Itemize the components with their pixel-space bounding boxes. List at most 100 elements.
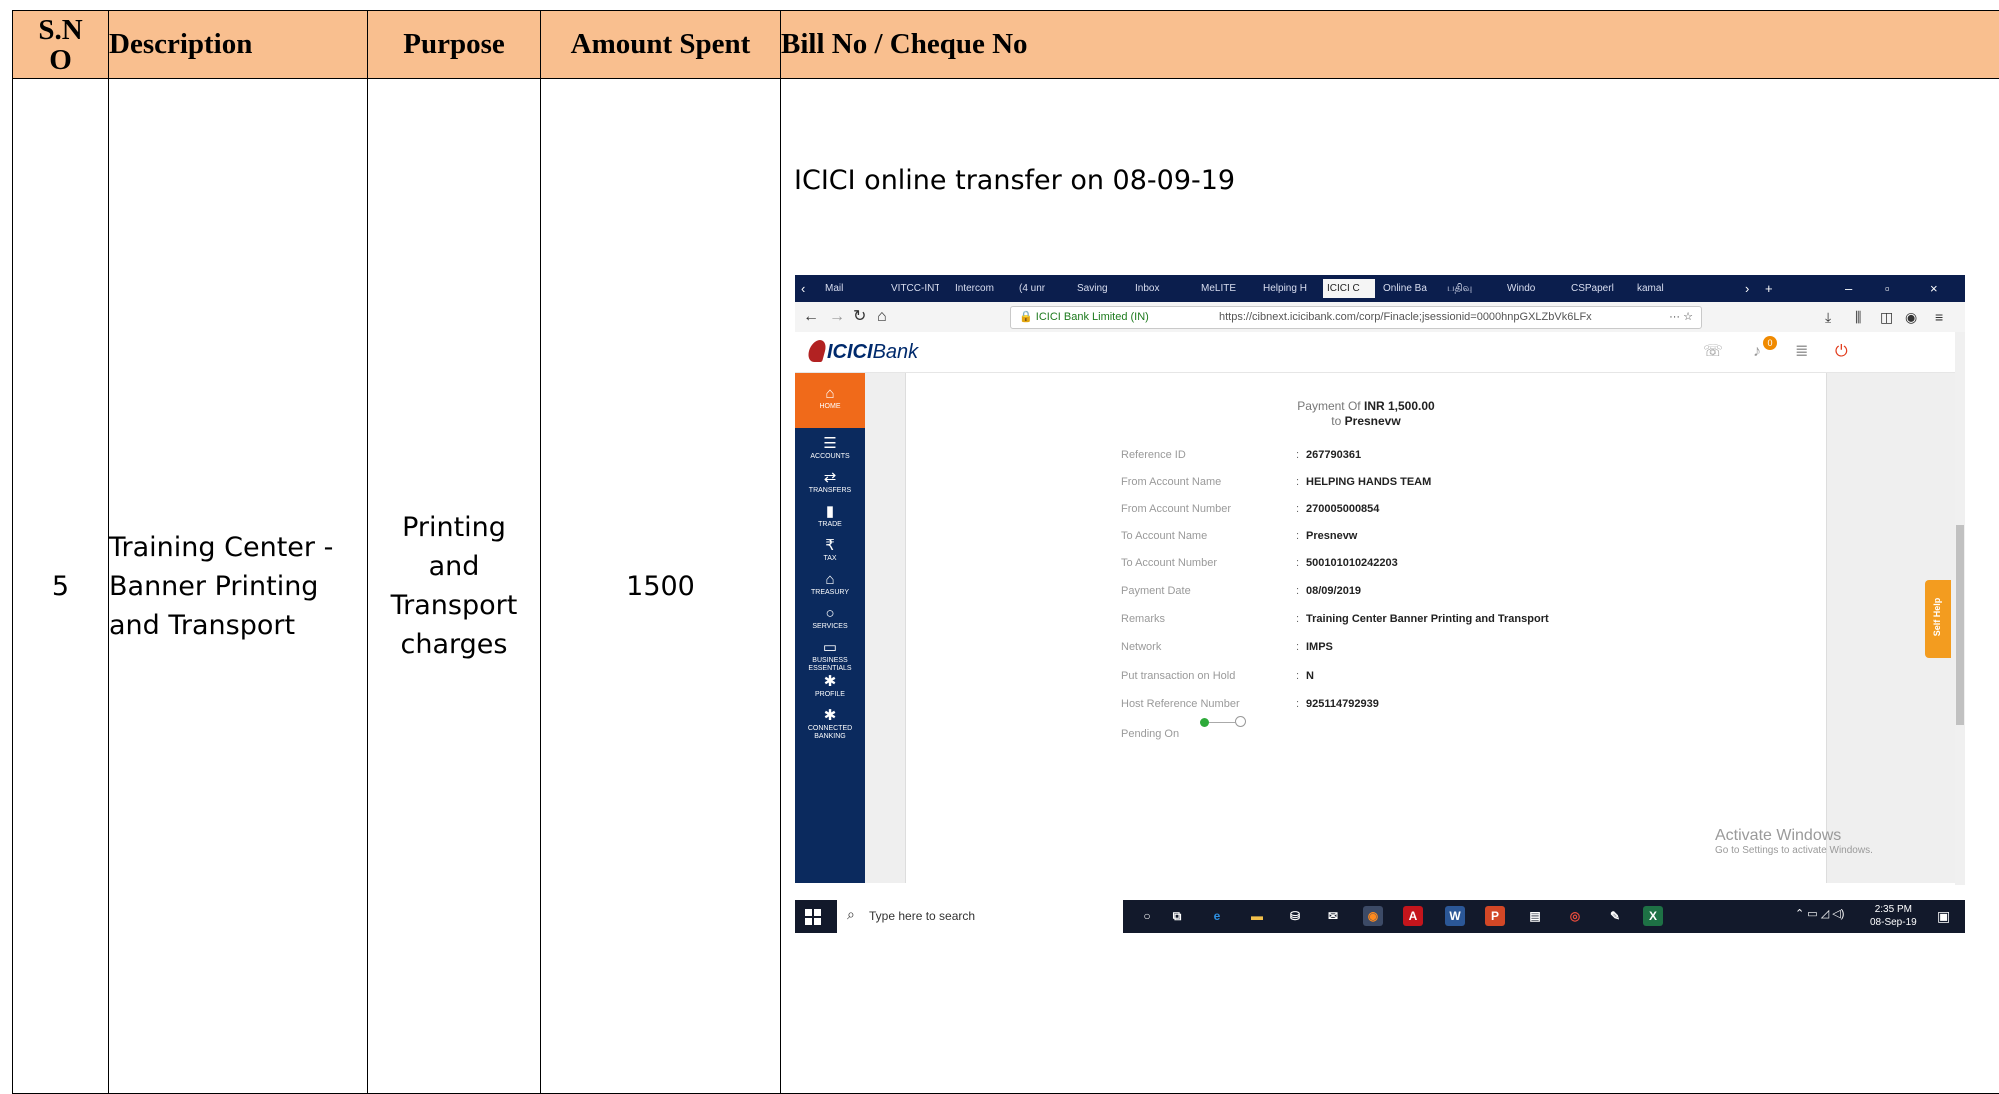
sidebar-item-services[interactable]: ○ SERVICES: [795, 605, 865, 631]
cell-description: Training Center - Banner Printing and Tran…: [108, 78, 368, 1094]
browser-tab[interactable]: Inbox: [1135, 279, 1181, 298]
chrome-icon[interactable]: ◎: [1565, 906, 1585, 926]
self-help-button[interactable]: Self Help: [1925, 580, 1951, 658]
header-sno: S.N O: [12, 10, 109, 79]
back-icon[interactable]: ←: [803, 307, 819, 327]
bank-screenshot: ‹ Mail VITCC-INT Intercom (4 unr Saving …: [795, 275, 1965, 933]
sidebar-item-accounts[interactable]: ☰ ACCOUNTS: [795, 435, 865, 461]
reload-icon[interactable]: ↻: [853, 307, 866, 327]
browser-tab[interactable]: Online Ba: [1383, 279, 1433, 298]
bell-icon[interactable]: ♪: [1753, 342, 1761, 362]
taskbar-clock[interactable]: 2:35 PM 08-Sep-19: [1870, 903, 1917, 929]
forward-icon[interactable]: →: [829, 307, 845, 327]
browser-tab[interactable]: Windo: [1507, 279, 1553, 298]
header-row: S.N O Description Purpose Amount Spent Bi…: [12, 10, 1999, 79]
acrobat-icon[interactable]: A: [1403, 906, 1423, 926]
excel-icon[interactable]: X: [1643, 906, 1663, 926]
browser-tab[interactable]: பதிவு: [1447, 279, 1491, 298]
system-tray[interactable]: ⌃ ▭ ◿ ◁): [1795, 907, 1844, 920]
list-icon[interactable]: ≣: [1795, 342, 1808, 362]
paint-icon[interactable]: ✎: [1605, 906, 1625, 926]
payment-to-line: to Presnevw: [1331, 414, 1401, 428]
taskbar-search[interactable]: ⌕ Type here to search: [837, 900, 1123, 933]
sidebar-toggle-icon[interactable]: ◫: [1880, 308, 1893, 326]
app-content: Payment Of INR 1,500.00 to Presnevw Refe…: [865, 373, 1960, 883]
transfers-icon: ⇄: [823, 469, 837, 486]
search-icon: ⌕: [847, 906, 855, 922]
tab-scroll-left-icon[interactable]: ‹: [801, 279, 805, 298]
cell-purpose: Printing and Transport charges: [367, 78, 541, 1094]
home-icon: ⌂: [825, 385, 835, 402]
url-text: https://cibnext.icicibank.com/corp/Finac…: [1219, 311, 1592, 323]
connected-banking-icon: ✱: [823, 707, 837, 724]
tab-scroll-right-icon[interactable]: ›: [1745, 279, 1749, 298]
word-icon[interactable]: W: [1445, 906, 1465, 926]
download-icon[interactable]: ⤓: [1825, 308, 1831, 326]
menu-icon[interactable]: ≡: [1935, 308, 1943, 326]
file-explorer-icon[interactable]: ▬: [1247, 906, 1267, 926]
windows-start-icon[interactable]: [805, 909, 821, 925]
accounts-icon: ☰: [823, 435, 837, 452]
close-window-icon[interactable]: ×: [1930, 279, 1938, 298]
address-bar[interactable]: 🔒 ICICI Bank Limited (IN) https://cibnex…: [1010, 306, 1702, 329]
sidebar-item-profile[interactable]: ✱ PROFILE: [795, 673, 865, 699]
sidebar-item-treasury[interactable]: ⌂ TREASURY: [795, 571, 865, 597]
browser-tab[interactable]: (4 unr: [1019, 279, 1063, 298]
cell-amount: 1500: [540, 78, 781, 1094]
account-icon[interactable]: ◉: [1905, 308, 1917, 326]
browser-tab-bar: ‹ Mail VITCC-INT Intercom (4 unr Saving …: [795, 275, 1965, 302]
sidebar-item-tax[interactable]: ₹ TAX: [795, 537, 865, 563]
minimize-icon[interactable]: –: [1845, 279, 1852, 298]
browser-tab[interactable]: Helping H: [1263, 279, 1313, 298]
powerpoint-icon[interactable]: P: [1485, 906, 1505, 926]
services-icon: ○: [825, 605, 835, 622]
icici-logo-icon: [806, 340, 828, 362]
trade-icon: ▮: [825, 503, 835, 520]
scrollbar-thumb[interactable]: [1956, 525, 1964, 725]
secure-site-label: 🔒 ICICI Bank Limited (IN): [1019, 311, 1149, 323]
business-icon: ▭: [822, 639, 838, 656]
bill-text: ICICI online transfer on 08-09-19: [794, 165, 1236, 196]
firefox-icon[interactable]: ◉: [1363, 906, 1383, 926]
header-description: Description: [108, 10, 368, 79]
payment-panel: Payment Of INR 1,500.00 to Presnevw Refe…: [905, 373, 1827, 883]
file-icon[interactable]: ▤: [1525, 906, 1545, 926]
logout-icon[interactable]: ⏻: [1835, 342, 1848, 362]
sidebar-item-trade[interactable]: ▮ TRADE: [795, 503, 865, 529]
store-icon[interactable]: ⛁: [1285, 906, 1305, 926]
pending-dot-icon: [1235, 716, 1246, 727]
pending-status: [1200, 716, 1246, 729]
edge-icon[interactable]: e: [1207, 906, 1227, 926]
browser-tab-active[interactable]: ICICI C: [1323, 279, 1375, 298]
library-icon[interactable]: ⫼: [1855, 308, 1861, 326]
app-sidebar: ⌂ HOME ☰ ACCOUNTS ⇄ TRANSFERS ▮ TRADE ₹ …: [795, 373, 865, 883]
browser-tab[interactable]: Saving: [1077, 279, 1121, 298]
profile-icon: ✱: [823, 673, 837, 690]
browser-tab[interactable]: Intercom: [955, 279, 1003, 298]
new-tab-icon[interactable]: +: [1765, 279, 1773, 298]
sidebar-item-connected-banking[interactable]: ✱ CONNECTED BANKING: [795, 707, 865, 741]
sidebar-item-transfers[interactable]: ⇄ TRANSFERS: [795, 469, 865, 495]
sidebar-item-home[interactable]: ⌂ HOME: [795, 373, 865, 428]
maximize-icon[interactable]: ▫: [1885, 279, 1890, 298]
browser-tab[interactable]: Mail: [825, 279, 873, 298]
action-center-icon[interactable]: ▣: [1937, 908, 1950, 925]
tax-icon: ₹: [825, 537, 835, 554]
phone-icon[interactable]: ☏: [1703, 342, 1723, 362]
browser-tab[interactable]: kamal: [1637, 279, 1681, 298]
browser-tab[interactable]: MeLITE: [1201, 279, 1247, 298]
browser-tab[interactable]: VITCC-INT: [891, 279, 939, 298]
treasury-icon: ⌂: [825, 571, 835, 588]
header-purpose: Purpose: [367, 10, 541, 79]
home-browser-icon[interactable]: ⌂: [877, 307, 887, 327]
cortana-icon[interactable]: ○: [1137, 906, 1157, 926]
mail-icon[interactable]: ✉: [1323, 906, 1343, 926]
task-view-icon[interactable]: ⧉: [1167, 906, 1187, 926]
activate-windows-watermark: Activate Windows Go to Settings to activ…: [1715, 827, 1873, 856]
page-actions-icon[interactable]: ··· ☆: [1669, 307, 1693, 328]
header-bill: Bill No / Cheque No: [780, 10, 1999, 79]
browser-tab[interactable]: CSPaperl: [1571, 279, 1623, 298]
sidebar-item-business[interactable]: ▭ BUSINESS ESSENTIALS: [795, 639, 865, 673]
windows-taskbar: ⌕ Type here to search ○ ⧉ e ▬ ⛁ ✉ ◉ A W …: [795, 900, 1965, 933]
header-amount: Amount Spent: [540, 10, 781, 79]
